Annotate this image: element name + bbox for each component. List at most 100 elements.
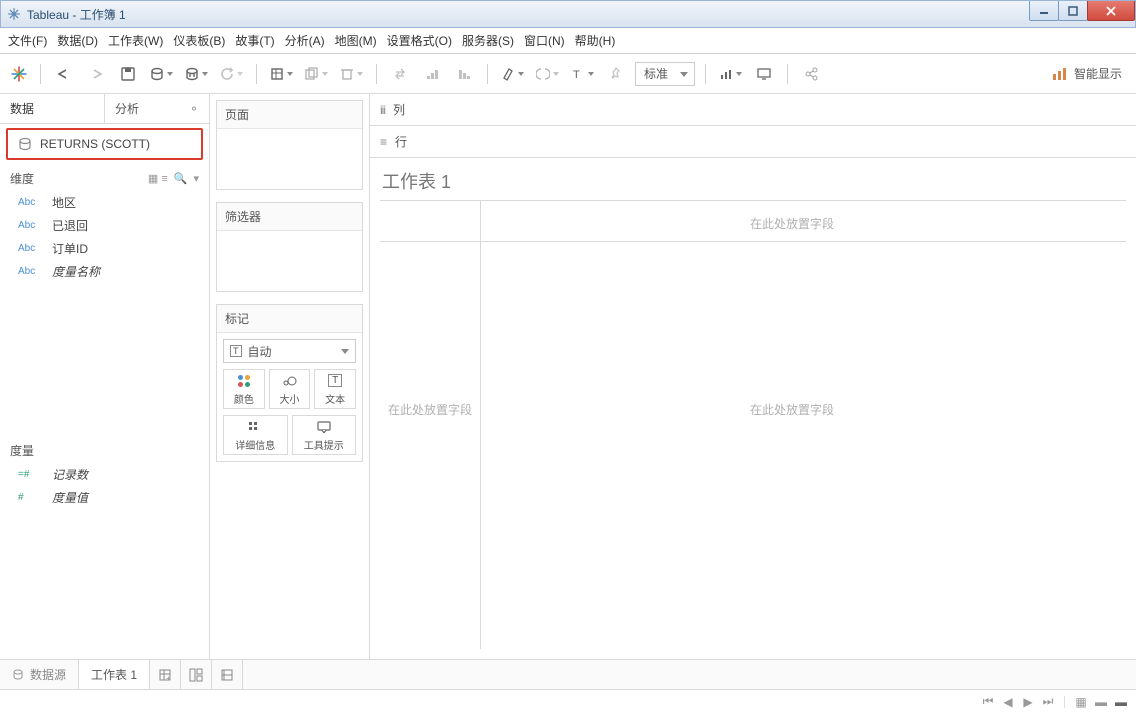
tooltip-label: 工具提示: [304, 437, 344, 452]
analytics-options-icon[interactable]: ⚬: [189, 102, 199, 116]
filters-card[interactable]: 筛选器: [216, 202, 363, 292]
new-story-tab[interactable]: [212, 660, 243, 689]
window-controls: [1030, 1, 1135, 21]
toolbar-separator: [705, 64, 706, 84]
clear-button[interactable]: [337, 61, 366, 87]
next-button[interactable]: ▶: [1021, 695, 1035, 709]
fit-selector[interactable]: 标准: [635, 62, 695, 86]
tab-analytics[interactable]: 分析 ⚬: [104, 94, 209, 123]
dimension-field[interactable]: Abc已退回: [0, 214, 209, 237]
duplicate-button[interactable]: [302, 61, 331, 87]
new-worksheet-tab[interactable]: +: [150, 660, 181, 689]
measure-field[interactable]: #度量值: [0, 486, 209, 509]
dimension-field[interactable]: Abc地区: [0, 191, 209, 214]
labels-button[interactable]: T: [568, 61, 597, 87]
new-datasource-button[interactable]: [147, 61, 176, 87]
highlight-button[interactable]: [498, 61, 527, 87]
tableau-start-icon[interactable]: [8, 63, 30, 85]
menu-story[interactable]: 故事(T): [235, 32, 274, 49]
redo-button[interactable]: [83, 61, 109, 87]
field-name: 已退回: [52, 217, 88, 234]
maximize-button[interactable]: [1058, 1, 1088, 21]
new-dashboard-tab[interactable]: [181, 660, 212, 689]
minimize-button[interactable]: [1029, 1, 1059, 21]
size-button[interactable]: 大小: [269, 369, 311, 409]
undo-button[interactable]: [51, 61, 77, 87]
toolbar-separator: [787, 64, 788, 84]
view-toggle-icon[interactable]: ▦ ≡: [148, 172, 168, 185]
showme-button[interactable]: 智能显示: [1046, 65, 1128, 82]
tooltip-button[interactable]: 工具提示: [292, 415, 357, 455]
menu-dashboard[interactable]: 仪表板(B): [173, 32, 225, 49]
swap-button[interactable]: [387, 61, 413, 87]
text-button[interactable]: T 文本: [314, 369, 356, 409]
datasource-tab-label: 数据源: [30, 666, 66, 683]
drop-hint-top: 在此处放置字段: [750, 215, 834, 232]
statusbar: ⏮ ◀ ▶ ⏭ ▦ ▬ ▬: [0, 689, 1136, 713]
menu-format[interactable]: 设置格式(O): [387, 32, 452, 49]
first-button[interactable]: ⏮: [981, 695, 995, 709]
pause-updates-button[interactable]: [182, 61, 211, 87]
tooltip-icon: [317, 419, 331, 435]
tableau-logo-icon: [7, 7, 21, 21]
menubar: 文件(F) 数据(D) 工作表(W) 仪表板(B) 故事(T) 分析(A) 地图…: [0, 28, 1136, 54]
refresh-button[interactable]: [217, 61, 246, 87]
menu-data[interactable]: 数据(D): [57, 32, 98, 49]
svg-text:+: +: [166, 674, 171, 682]
group-button[interactable]: [533, 61, 562, 87]
detail-icon: [248, 419, 262, 435]
worksheet-title[interactable]: 工作表 1: [370, 158, 1136, 200]
share-button[interactable]: [798, 61, 824, 87]
menu-analysis[interactable]: 分析(A): [285, 32, 325, 49]
datasource-row[interactable]: RETURNS (SCOTT): [6, 128, 203, 160]
filmstrip-view-icon[interactable]: ▬: [1114, 695, 1128, 709]
color-icon: [238, 373, 250, 389]
menu-help[interactable]: 帮助(H): [575, 32, 616, 49]
fields-menu-icon[interactable]: ▾: [193, 172, 199, 185]
menu-server[interactable]: 服务器(S): [462, 32, 514, 49]
dimension-field[interactable]: Abc度量名称: [0, 260, 209, 283]
menu-file[interactable]: 文件(F): [8, 32, 47, 49]
dimension-field[interactable]: Abc订单ID: [0, 237, 209, 260]
toolbar-separator: [256, 64, 257, 84]
tab-analytics-label: 分析: [115, 100, 139, 117]
sheet-tab[interactable]: 工作表 1: [79, 660, 150, 689]
prev-button[interactable]: ◀: [1001, 695, 1015, 709]
main-area: 数据 分析 ⚬ RETURNS (SCOTT) 维度 ▦ ≡ 🔍 ▾ Abc地区…: [0, 94, 1136, 659]
menu-worksheet[interactable]: 工作表(W): [108, 32, 163, 49]
datasource-tab[interactable]: 数据源: [0, 660, 79, 689]
sort-asc-button[interactable]: [419, 61, 445, 87]
tab-data[interactable]: 数据: [0, 94, 104, 123]
close-button[interactable]: [1087, 1, 1135, 21]
show-cards-button[interactable]: [716, 61, 745, 87]
view-canvas[interactable]: 在此处放置字段 在此处放置字段 在此处放置字段: [380, 200, 1126, 649]
size-label: 大小: [279, 391, 299, 406]
save-button[interactable]: [115, 61, 141, 87]
columns-shelf[interactable]: iii列: [370, 94, 1136, 126]
presentation-button[interactable]: [751, 61, 777, 87]
grid-view-icon[interactable]: ▦: [1074, 695, 1088, 709]
rows-shelf[interactable]: ≡行: [370, 126, 1136, 158]
menu-window[interactable]: 窗口(N): [524, 32, 565, 49]
search-fields-icon[interactable]: 🔍: [174, 172, 188, 185]
new-worksheet-button[interactable]: [267, 61, 296, 87]
color-button[interactable]: 颜色: [223, 369, 265, 409]
field-name: 记录数: [52, 466, 88, 483]
field-name: 度量名称: [52, 263, 100, 280]
menu-map[interactable]: 地图(M): [335, 32, 377, 49]
toolbar-separator: [376, 64, 377, 84]
measure-field[interactable]: =#记录数: [0, 463, 209, 486]
fit-label: 标准: [644, 65, 668, 82]
svg-text:T: T: [573, 69, 580, 81]
pages-card[interactable]: 页面: [216, 100, 363, 190]
detail-button[interactable]: 详细信息: [223, 415, 288, 455]
number-icon: #: [18, 492, 44, 503]
pin-button[interactable]: [603, 61, 629, 87]
text-label: 文本: [325, 391, 345, 406]
last-button[interactable]: ⏭: [1041, 695, 1055, 709]
mark-type-selector[interactable]: T自动: [223, 339, 356, 363]
slideshow-view-icon[interactable]: ▬: [1094, 695, 1108, 709]
sort-desc-button[interactable]: [451, 61, 477, 87]
toolbar-separator: [487, 64, 488, 84]
tab-data-label: 数据: [10, 100, 34, 117]
